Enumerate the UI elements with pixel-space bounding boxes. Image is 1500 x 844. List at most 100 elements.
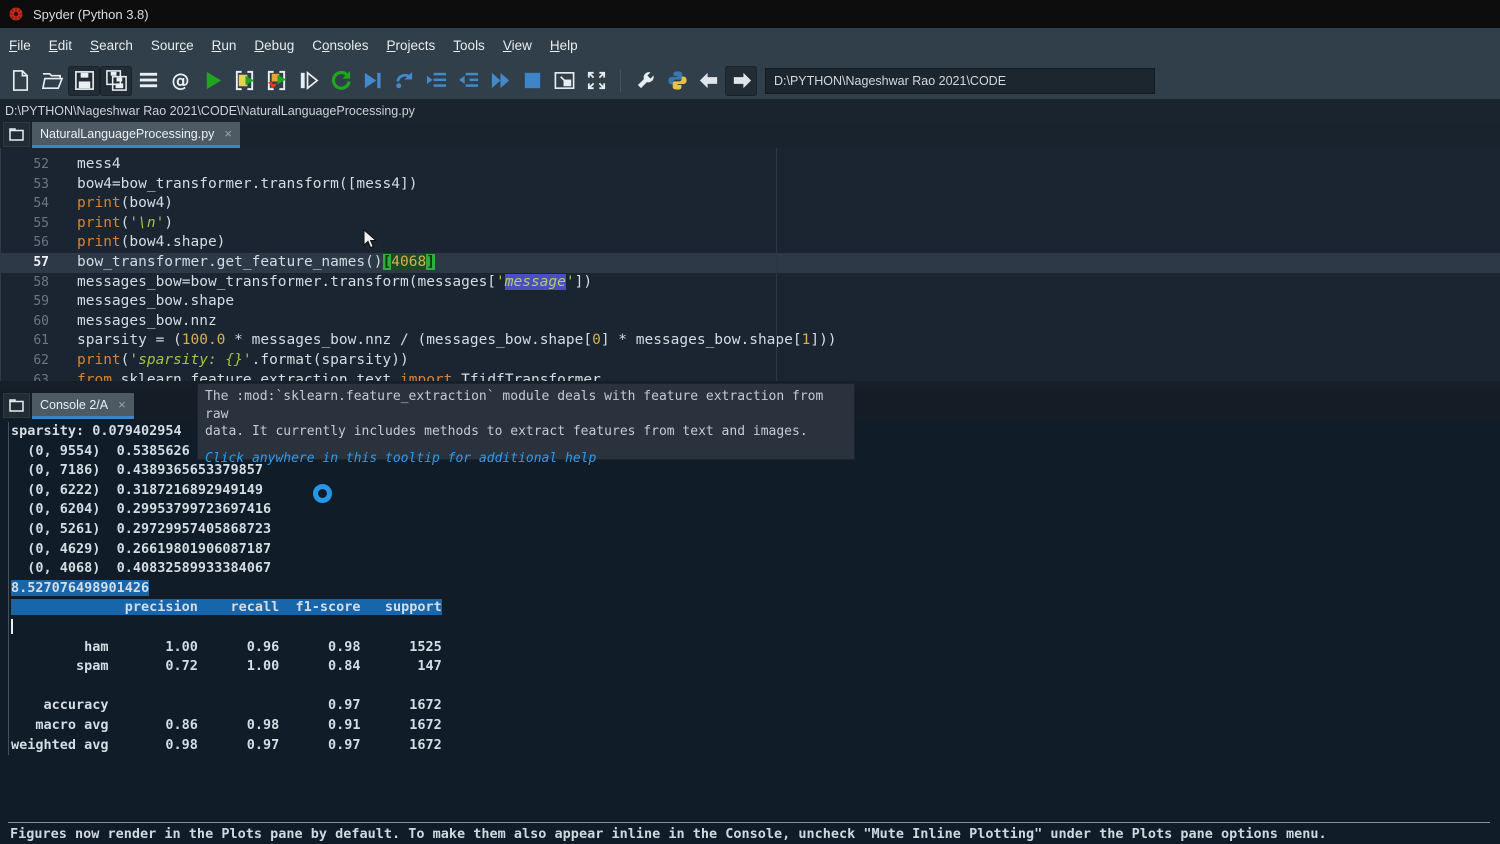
fullscreen-button[interactable] [580,66,612,96]
editor-line-59[interactable]: 59messages_bow.shape [1,292,1500,312]
menu-source[interactable]: Source [142,38,203,53]
step-return-button[interactable] [452,66,484,96]
browse-consoles-button[interactable] [3,393,30,418]
code-text: sparsity = (100.0 * messages_bow.nnz / (… [49,331,837,351]
breadcrumb: D:\PYTHON\Nageshwar Rao 2021\CODE\Natura… [0,100,1500,122]
close-console-icon[interactable]: × [118,397,126,412]
tab-naturallanguageprocessing[interactable]: NaturalLanguageProcessing.py × [32,122,240,148]
run-selection-icon [297,69,320,92]
spyder-window: Spyder (Python 3.8) FileEditSearchSource… [0,0,1500,844]
python-path-manager-icon [666,69,689,92]
menu-projects[interactable]: Projects [378,38,445,53]
run-cell-button[interactable] [228,66,260,96]
console-line [11,618,442,638]
editor-line-55[interactable]: 55print('\n') [1,214,1500,234]
line-number: 60 [1,312,49,332]
line-number: 55 [1,214,49,234]
menu-tools[interactable]: Tools [444,38,494,53]
tooltip-line1: The :mod:`sklearn.feature_extraction` mo… [205,388,847,423]
line-number: 56 [1,233,49,253]
step-over-button[interactable] [388,66,420,96]
menu-view[interactable]: View [494,38,541,53]
editor-line-52[interactable]: 52mess4 [1,155,1500,175]
console-line: (0, 4629) 0.26619801906087187 [11,540,442,560]
code-text: print(bow4) [49,194,173,214]
stop-debug-button[interactable] [516,66,548,96]
editor-line-60[interactable]: 60messages_bow.nnz [1,312,1500,332]
main-toolbar: @ [0,62,1500,100]
menu-debug[interactable]: Debug [245,38,303,53]
editor-line-63[interactable]: 63from sklearn.feature_extraction.text i… [1,371,1500,381]
preferences-icon [634,69,657,92]
new-file-icon [9,69,32,92]
back-button[interactable] [693,66,725,96]
file-switcher-icon [137,69,160,92]
console-divider [8,822,1490,823]
menu-consoles[interactable]: Consoles [303,38,377,53]
find-symbols-icon: @ [169,69,192,92]
console-line: precision recall f1-score support [11,598,442,618]
console-line: (0, 6222) 0.3187216892949149 [11,481,442,501]
editor-line-62[interactable]: 62print('sparsity: {}'.format(sparsity)) [1,351,1500,371]
editor-line-57[interactable]: 57bow_transformer.get_feature_names()[40… [1,253,1500,273]
run-file-button[interactable] [196,66,228,96]
run-file-icon [201,69,224,92]
stop-debug-icon [521,69,544,92]
code-text: bow4=bow_transformer.transform([mess4]) [49,175,417,195]
step-into-button[interactable] [420,66,452,96]
menu-search[interactable]: Search [81,38,142,53]
console-footer-message: Figures now render in the Plots pane by … [10,826,1327,842]
save-button[interactable] [68,66,100,96]
editor-line-58[interactable]: 58messages_bow=bow_transformer.transform… [1,273,1500,293]
line-number: 57 [1,253,49,273]
python-path-manager-button[interactable] [661,66,693,96]
help-tooltip[interactable]: The :mod:`sklearn.feature_extraction` mo… [197,383,855,460]
maximize-pane-button[interactable] [548,66,580,96]
file-switcher-button[interactable] [132,66,164,96]
debug-file-button[interactable] [356,66,388,96]
open-file-button[interactable] [36,66,68,96]
editor-line-56[interactable]: 56print(bow4.shape) [1,233,1500,253]
working-directory-input[interactable] [765,68,1155,94]
editor-line-53[interactable]: 53bow4=bow_transformer.transform([mess4]… [1,175,1500,195]
line-number: 59 [1,292,49,312]
code-text: mess4 [49,155,121,175]
editor-tab-bar: NaturalLanguageProcessing.py × [0,122,1500,148]
menu-edit[interactable]: Edit [40,38,81,53]
browse-consoles-icon [9,399,24,412]
console-caret [11,619,13,634]
editor-line-54[interactable]: 54print(bow4) [1,194,1500,214]
editor-line-61[interactable]: 61sparsity = (100.0 * messages_bow.nnz /… [1,331,1500,351]
menu-help[interactable]: Help [541,38,587,53]
ipython-console[interactable]: sparsity: 0.079402954 (0, 9554) 0.538562… [0,419,1500,844]
new-file-button[interactable] [4,66,36,96]
code-editor[interactable]: 52mess453bow4=bow_transformer.transform(… [0,148,1500,381]
continue-button[interactable] [484,66,516,96]
console-line: accuracy 0.97 1672 [11,696,442,716]
find-symbols-button[interactable]: @ [164,66,196,96]
busy-spinner [313,484,332,503]
fullscreen-icon [585,69,608,92]
rerun-cell-button[interactable] [324,66,356,96]
menu-run[interactable]: Run [203,38,246,53]
step-over-icon [393,69,416,92]
toolbar-icons: @ [4,66,757,96]
save-all-button[interactable] [100,66,132,96]
run-selection-button[interactable] [292,66,324,96]
code-text: messages_bow=bow_transformer.transform(m… [49,273,592,293]
column-guide-line [776,148,777,381]
forward-button[interactable] [725,66,757,96]
run-cell-advance-button[interactable] [260,66,292,96]
browse-tabs-button[interactable] [3,122,30,147]
rerun-cell-icon [329,69,352,92]
close-tab-icon[interactable]: × [224,126,232,141]
code-text: print('sparsity: {}'.format(sparsity)) [49,351,409,371]
menu-file[interactable]: File [0,38,40,53]
preferences-button[interactable] [629,66,661,96]
menu-bar: FileEditSearchSourceRunDebugConsolesProj… [0,28,1500,62]
line-number: 54 [1,194,49,214]
window-title: Spyder (Python 3.8) [33,7,149,22]
step-return-icon [457,69,480,92]
tab-console-2a[interactable]: Console 2/A × [32,393,134,419]
continue-icon [489,69,512,92]
